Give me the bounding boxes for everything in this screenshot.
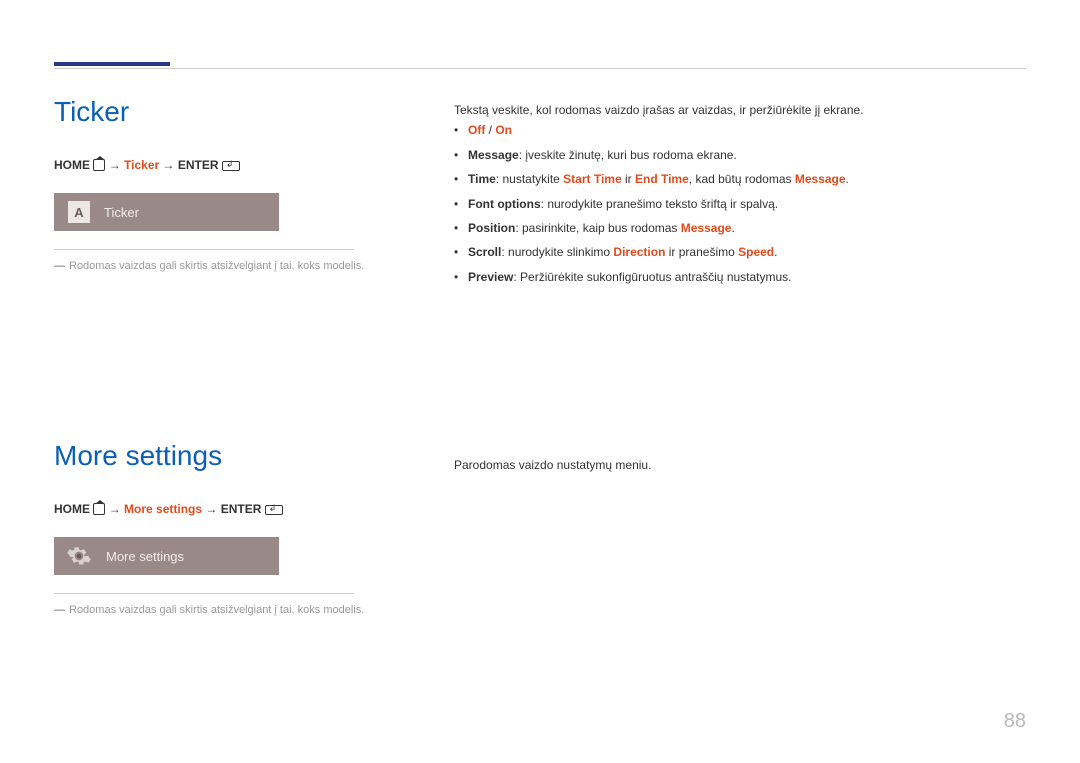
tile-ticker-label: Ticker [104, 205, 139, 220]
crumb-home-label: HOME [54, 158, 90, 172]
tile-ticker-icon: A [68, 201, 90, 223]
crumb-mid-ticker: Ticker [124, 158, 159, 172]
divider [54, 593, 354, 594]
bullet-scroll: Scroll: nurodykite slinkimo Direction ir… [468, 242, 1014, 262]
enter-icon [265, 503, 283, 517]
section-ticker-right: Tekstą veskite, kol rodomas vaizdo įraša… [454, 100, 1014, 291]
divider [54, 249, 354, 250]
gear-icon [64, 541, 94, 571]
tile-ticker: A Ticker [54, 193, 279, 231]
bullet-message: Message: įveskite žinutę, kuri bus rodom… [468, 145, 1014, 165]
note-dash: ― [54, 260, 65, 272]
section-ticker-title: Ticker [54, 96, 414, 128]
enter-icon [222, 159, 240, 173]
home-icon [93, 502, 105, 517]
ticker-bullets: Off / On Message: įveskite žinutę, kuri … [454, 120, 1014, 287]
bullet-font: Font options: nurodykite pranešimo tekst… [468, 194, 1014, 214]
section-moresettings-title: More settings [54, 440, 414, 472]
note-ticker-text: Rodomas vaizdas gali skirtis atsižvelgia… [69, 260, 364, 272]
moresettings-text: Parodomas vaizdo nustatymų meniu. [454, 458, 1014, 472]
crumb-home-label: HOME [54, 502, 90, 516]
note-moresettings-text: Rodomas vaizdas gali skirtis atsižvelgia… [69, 604, 364, 616]
page-number: 88 [1004, 710, 1026, 733]
tile-moresettings-label: More settings [106, 549, 184, 564]
crumb-arrow: → [163, 158, 175, 172]
bullet-offon: Off / On [468, 120, 1014, 140]
tile-moresettings: More settings [54, 537, 279, 575]
crumb-arrow: → [109, 502, 121, 516]
bullet-preview: Preview: Peržiūrėkite sukonfigūruotus an… [468, 267, 1014, 287]
breadcrumb-moresettings: HOME → More settings → ENTER [54, 502, 414, 517]
note-ticker: ― Rodomas vaizdas gali skirtis atsižvelgi… [54, 260, 414, 272]
crumb-arrow: → [109, 158, 121, 172]
header-accent-bar [54, 62, 170, 66]
crumb-mid-moresettings: More settings [124, 502, 202, 516]
section-moresettings-right: Parodomas vaizdo nustatymų meniu. [454, 458, 1014, 472]
ticker-intro: Tekstą veskite, kol rodomas vaizdo įraša… [454, 100, 1014, 120]
home-icon [93, 158, 105, 173]
crumb-enter-label: ENTER [221, 502, 262, 516]
crumb-enter-label: ENTER [178, 158, 219, 172]
note-dash: ― [54, 604, 65, 616]
section-moresettings-left: More settings HOME → More settings → ENT… [54, 440, 414, 616]
crumb-arrow: → [205, 502, 217, 516]
header-rule [54, 68, 1026, 69]
bullet-position: Position: pasirinkite, kaip bus rodomas … [468, 218, 1014, 238]
breadcrumb-ticker: HOME → Ticker → ENTER [54, 158, 414, 173]
section-ticker-left: Ticker HOME → Ticker → ENTER A Ticker ― R… [54, 96, 414, 272]
note-moresettings: ― Rodomas vaizdas gali skirtis atsižvelgi… [54, 604, 414, 616]
bullet-time: Time: nustatykite Start Time ir End Time… [468, 169, 1014, 189]
